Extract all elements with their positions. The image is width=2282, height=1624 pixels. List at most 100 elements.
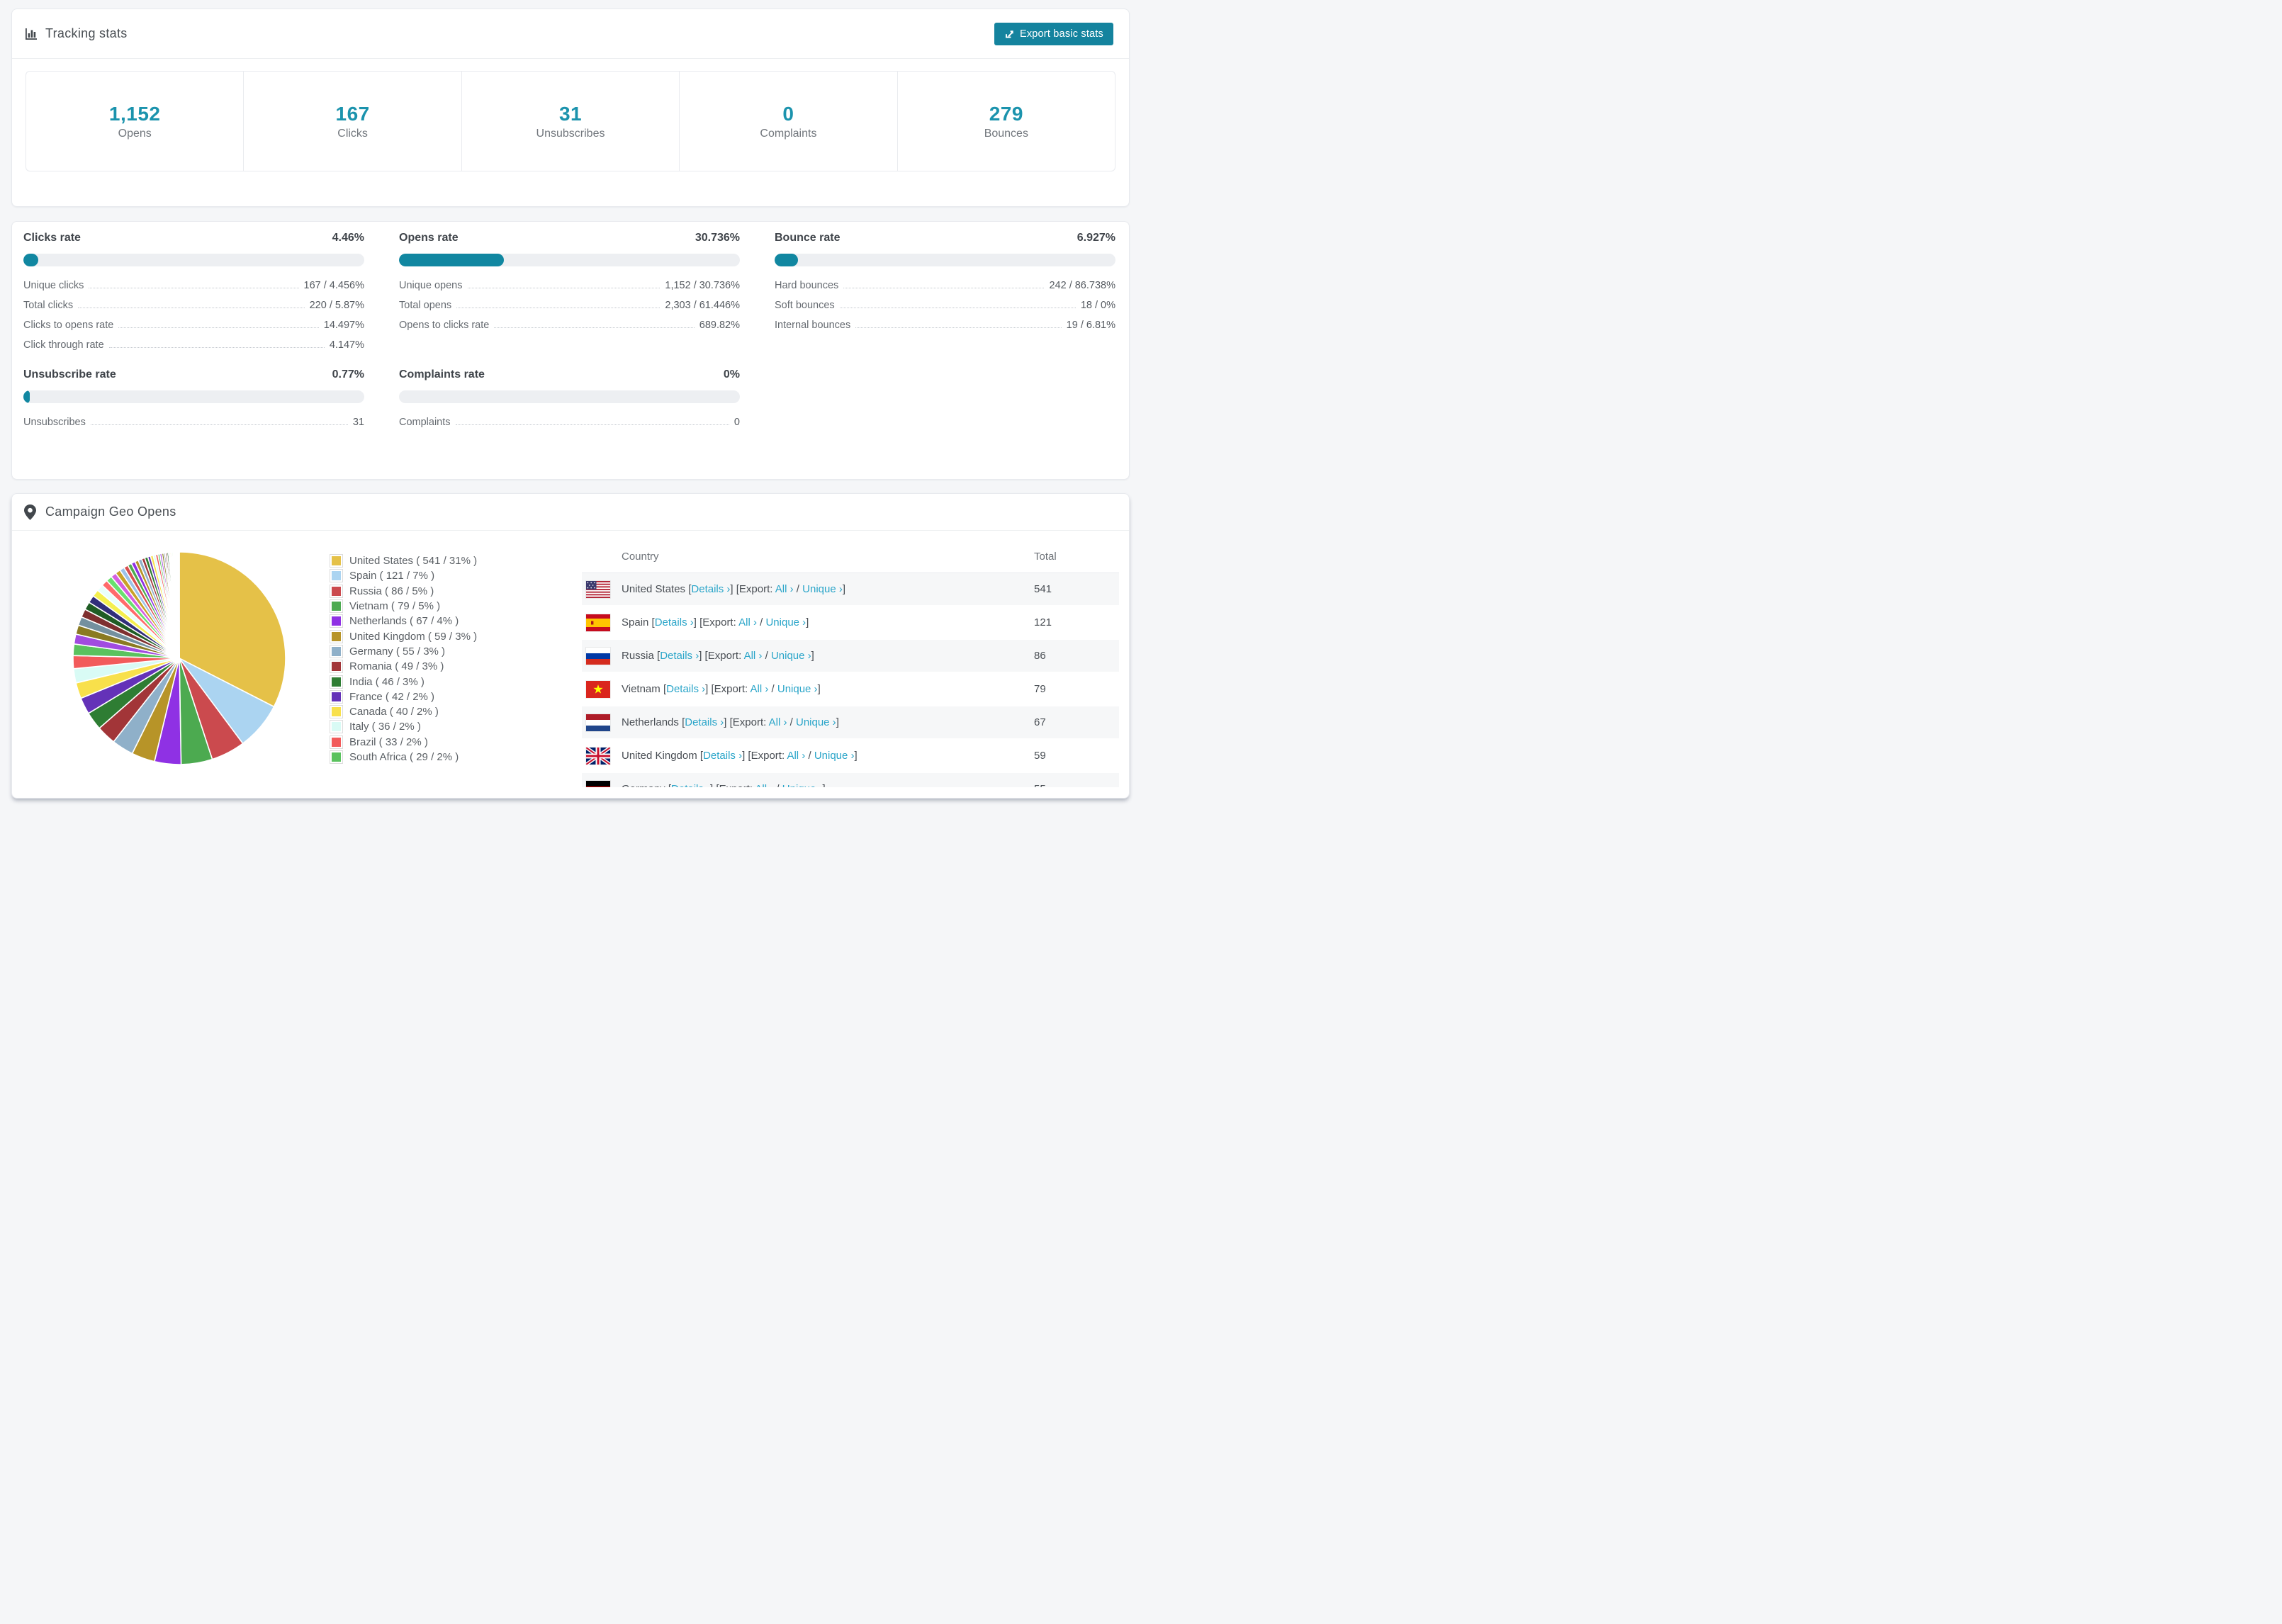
- table-row: United Kingdom [Details ›] [Export: All …: [582, 740, 1119, 773]
- flag-vn-icon: [586, 680, 610, 698]
- unsubscribes-count: 31: [558, 102, 583, 125]
- country-column-header: Country: [622, 551, 659, 563]
- detail-row: Total clicks 220 / 5.87%: [23, 300, 364, 311]
- flag-gb-icon: [586, 747, 610, 765]
- legend-label: Netherlands ( 67 / 4% ): [349, 615, 459, 628]
- clicks-rate-section: Clicks rate 4.46% Unique clicks 167 / 4.4…: [23, 227, 364, 354]
- flag-de-icon: [586, 780, 610, 787]
- country-total: 541: [1034, 583, 1052, 595]
- total-column-header: Total: [1034, 551, 1057, 563]
- rates-grid-top: Clicks rate 4.46% Unique clicks 167 / 4.4…: [23, 227, 1115, 354]
- unsubscribe-rate-bar: [23, 390, 364, 403]
- bounces-count: 279: [989, 102, 1023, 125]
- export-all-link[interactable]: All ›: [755, 783, 773, 787]
- opens-label: Opens: [118, 127, 152, 140]
- export-unique-link[interactable]: Unique ›: [802, 583, 843, 595]
- geo-opens-title: Campaign Geo Opens: [45, 504, 176, 519]
- flag-us-icon: [586, 580, 610, 598]
- legend-item: Netherlands ( 67 / 4% ): [330, 614, 477, 628]
- export-all-link[interactable]: All ›: [769, 716, 787, 728]
- legend-item: France ( 42 / 2% ): [330, 689, 477, 704]
- details-link[interactable]: Details ›: [685, 716, 724, 728]
- legend-label: India ( 46 / 3% ): [349, 675, 425, 688]
- legend-item: United Kingdom ( 59 / 3% ): [330, 628, 477, 643]
- bar-chart-icon: [24, 27, 38, 41]
- legend-swatch: [330, 660, 343, 674]
- table-row: Vietnam [Details ›] [Export: All › / Uni…: [582, 673, 1119, 706]
- legend-label: United States ( 541 / 31% ): [349, 555, 478, 568]
- table-row: Spain [Details ›] [Export: All › / Uniqu…: [582, 607, 1119, 640]
- details-link[interactable]: Details ›: [660, 650, 699, 662]
- country-total: 121: [1034, 616, 1052, 628]
- export-all-link[interactable]: All ›: [787, 750, 805, 762]
- country-cell: Germany [Details ›] [Export: All › / Uni…: [622, 783, 826, 787]
- page-title: Tracking stats: [45, 26, 128, 40]
- export-unique-link[interactable]: Unique ›: [771, 650, 811, 662]
- geo-opens-card: Campaign Geo Opens United States ( 541 /…: [11, 493, 1130, 799]
- country-total: 55: [1034, 783, 1046, 787]
- table-row: Germany [Details ›] [Export: All › / Uni…: [582, 773, 1119, 787]
- legend-swatch: [330, 689, 343, 704]
- opens-rate-title: Opens rate: [399, 232, 459, 244]
- legend-item: Italy ( 36 / 2% ): [330, 719, 477, 734]
- location-pin-icon: [24, 504, 38, 520]
- table-row: Russia [Details ›] [Export: All › / Uniq…: [582, 640, 1119, 673]
- export-all-link[interactable]: All ›: [738, 616, 757, 628]
- complaints-rate-title: Complaints rate: [399, 368, 485, 380]
- detail-row: Unsubscribes 31: [23, 417, 364, 428]
- legend-swatch: [330, 599, 343, 614]
- details-link[interactable]: Details ›: [655, 616, 694, 628]
- detail-row: Internal bounces 19 / 6.81%: [775, 320, 1115, 331]
- detail-row: Complaints 0: [399, 417, 740, 428]
- country-cell: United States [Details ›] [Export: All ›…: [622, 583, 846, 595]
- opens-rate-section: Opens rate 30.736% Unique opens 1,152 / 3…: [399, 227, 740, 354]
- opens-rate-value: 30.736%: [695, 232, 740, 244]
- complaints-rate-bar: [399, 390, 740, 403]
- legend-swatch: [330, 554, 343, 568]
- country-total: 59: [1034, 750, 1046, 762]
- legend-label: United Kingdom ( 59 / 3% ): [349, 630, 478, 643]
- legend-label: France ( 42 / 2% ): [349, 690, 435, 703]
- stat-bounces: 279 Bounces: [896, 72, 1115, 171]
- geo-table: Country Total United States [Details ›] …: [582, 543, 1119, 787]
- export-icon: [1004, 28, 1015, 39]
- stat-complaints: 0 Complaints: [679, 72, 896, 171]
- bounce-rate-section: Bounce rate 6.927% Hard bounces 242 / 86.…: [775, 227, 1115, 354]
- country-cell: Spain [Details ›] [Export: All › / Uniqu…: [622, 616, 809, 628]
- export-unique-link[interactable]: Unique ›: [796, 716, 836, 728]
- legend-swatch: [330, 750, 343, 764]
- flag-nl-icon: [586, 714, 610, 731]
- country-cell: Vietnam [Details ›] [Export: All › / Uni…: [622, 683, 821, 695]
- legend-item: India ( 46 / 3% ): [330, 674, 477, 689]
- legend-label: Romania ( 49 / 3% ): [349, 660, 444, 673]
- export-all-link[interactable]: All ›: [751, 683, 769, 695]
- export-basic-stats-button[interactable]: Export basic stats: [994, 22, 1113, 45]
- export-unique-link[interactable]: Unique ›: [782, 783, 823, 787]
- legend-item: Brazil ( 33 / 2% ): [330, 735, 477, 750]
- bounce-rate-bar: [775, 254, 1115, 266]
- unsubscribe-rate-section: Unsubscribe rate 0.77% Unsubscribes 31: [23, 364, 364, 432]
- stat-opens: 1,152 Opens: [26, 72, 243, 171]
- legend-item: Vietnam ( 79 / 5% ): [330, 599, 477, 614]
- legend-item: Canada ( 40 / 2% ): [330, 704, 477, 719]
- detail-row: Opens to clicks rate 689.82%: [399, 320, 740, 331]
- legend-label: Canada ( 40 / 2% ): [349, 706, 439, 718]
- legend-item: Romania ( 49 / 3% ): [330, 659, 477, 674]
- export-unique-link[interactable]: Unique ›: [814, 750, 855, 762]
- export-all-link[interactable]: All ›: [775, 583, 794, 595]
- details-link[interactable]: Details ›: [703, 750, 742, 762]
- clicks-rate-bar: [23, 254, 364, 266]
- complaints-count: 0: [782, 102, 794, 125]
- complaints-rate-section: Complaints rate 0% Complaints 0: [399, 364, 740, 432]
- unsubscribe-rate-title: Unsubscribe rate: [23, 368, 116, 380]
- detail-row: Hard bounces 242 / 86.738%: [775, 280, 1115, 291]
- table-row: United States [Details ›] [Export: All ›…: [582, 573, 1119, 607]
- details-link[interactable]: Details ›: [691, 583, 730, 595]
- export-unique-link[interactable]: Unique ›: [765, 616, 806, 628]
- export-unique-link[interactable]: Unique ›: [777, 683, 818, 695]
- details-link[interactable]: Details ›: [671, 783, 710, 787]
- legend-swatch: [330, 569, 343, 583]
- details-link[interactable]: Details ›: [666, 683, 705, 695]
- legend-swatch: [330, 705, 343, 719]
- export-all-link[interactable]: All ›: [744, 650, 763, 662]
